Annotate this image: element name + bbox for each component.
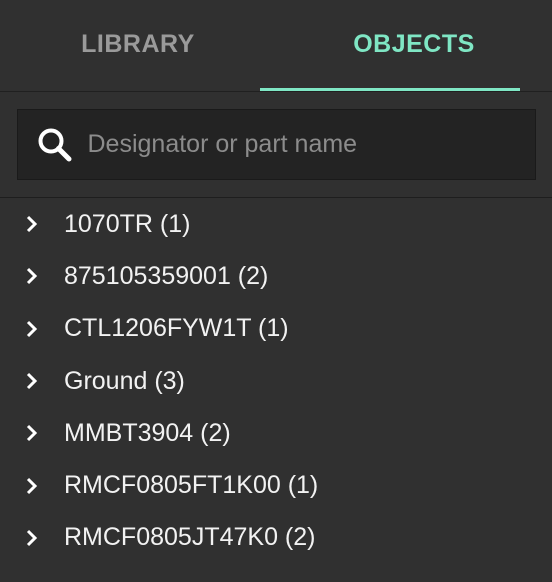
- tab-library[interactable]: LIBRARY: [0, 0, 276, 91]
- tree-item-label: CTL1206FYW1T (1): [64, 314, 289, 343]
- search-box[interactable]: [16, 109, 536, 180]
- object-tree: 1070TR (1) 875105359001 (2) CTL1206FYW1T…: [0, 198, 552, 564]
- objects-panel: LIBRARY OBJECTS 1070TR (1) 875105: [0, 0, 552, 582]
- tree-item-label: RMCF0805FT1K00 (1): [64, 471, 319, 500]
- chevron-right-icon[interactable]: [23, 424, 41, 442]
- tree-item-label: 875105359001 (2): [64, 261, 269, 290]
- search-icon: [36, 126, 74, 164]
- chevron-right-icon[interactable]: [23, 372, 41, 390]
- tree-item[interactable]: CTL1206FYW1T (1): [0, 303, 552, 355]
- tree-item-label: RMCF0805JT47K0 (2): [64, 523, 316, 552]
- chevron-right-icon[interactable]: [23, 477, 41, 495]
- search-input[interactable]: [87, 110, 535, 179]
- tab-bar: LIBRARY OBJECTS: [0, 0, 552, 92]
- tree-item-label: 1070TR (1): [64, 209, 191, 238]
- chevron-right-icon[interactable]: [23, 215, 41, 233]
- tab-objects[interactable]: OBJECTS: [276, 0, 552, 91]
- tree-item[interactable]: Ground (3): [0, 355, 552, 407]
- tree-item[interactable]: MMBT3904 (2): [0, 407, 552, 459]
- tree-item[interactable]: RMCF0805JT47K0 (2): [0, 512, 552, 564]
- tree-item-label: MMBT3904 (2): [64, 418, 231, 447]
- search-bar: [0, 92, 552, 198]
- active-tab-indicator: [260, 88, 520, 91]
- chevron-right-icon[interactable]: [23, 267, 41, 285]
- tree-item[interactable]: 875105359001 (2): [0, 250, 552, 302]
- tree-item-label: Ground (3): [64, 366, 185, 395]
- tree-item[interactable]: 1070TR (1): [0, 198, 552, 250]
- chevron-right-icon[interactable]: [23, 320, 41, 338]
- tree-item[interactable]: RMCF0805FT1K00 (1): [0, 459, 552, 511]
- chevron-right-icon[interactable]: [23, 529, 41, 547]
